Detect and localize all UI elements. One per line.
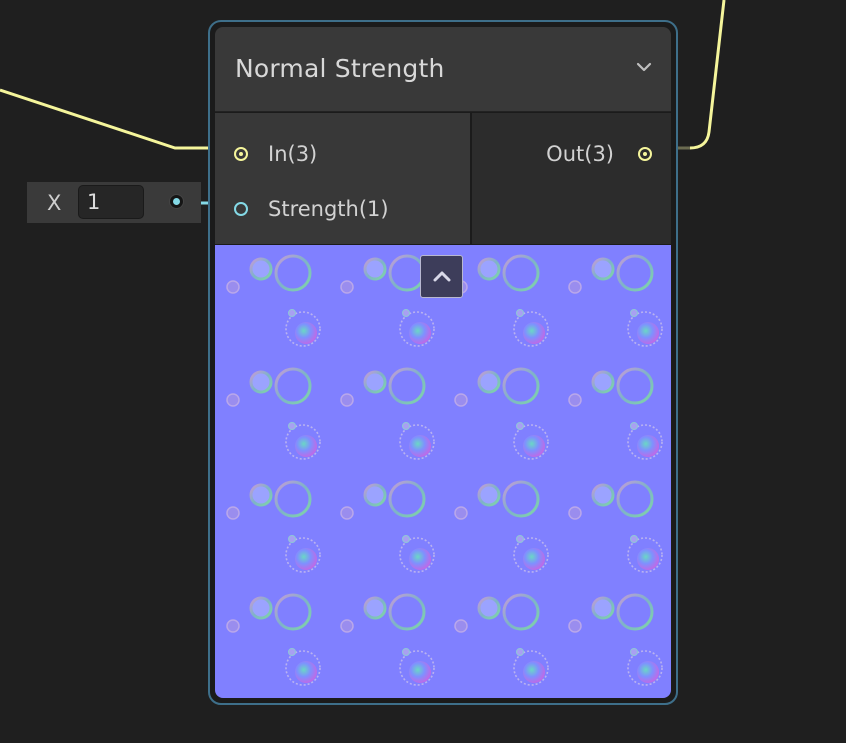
node-preview <box>215 245 671 698</box>
port-connector-icon[interactable] <box>234 202 248 216</box>
preview-tile <box>567 367 664 461</box>
port-connector-icon[interactable] <box>638 147 652 161</box>
preview-tile <box>339 480 436 574</box>
preview-tile <box>339 367 436 461</box>
inline-input-port[interactable] <box>170 195 183 208</box>
node-title: Normal Strength <box>235 54 445 83</box>
wire-in-edge[interactable] <box>0 88 212 150</box>
preview-collapse-button[interactable] <box>420 255 463 298</box>
node-header[interactable]: Normal Strength <box>215 27 671 112</box>
preview-tile <box>453 254 550 348</box>
port-connector-icon[interactable] <box>234 147 248 161</box>
strength-inline-input: X 1 <box>27 182 201 223</box>
preview-tile <box>225 254 322 348</box>
port-label-out: Out(3) <box>546 142 614 166</box>
normal-strength-node[interactable]: Normal Strength In(3) Strength(1) Out(3) <box>208 20 678 705</box>
preview-tile <box>453 593 550 687</box>
input-port-strength[interactable]: Strength(1) <box>234 197 389 221</box>
preview-tile <box>567 480 664 574</box>
port-label-in: In(3) <box>268 142 318 166</box>
chevron-up-icon <box>433 271 451 282</box>
axis-label: X <box>47 191 62 215</box>
output-ports: Out(3) <box>472 113 671 244</box>
normal-map-preview-image <box>225 254 664 687</box>
wire-out-edge[interactable] <box>689 0 726 150</box>
preview-tile <box>225 480 322 574</box>
preview-tile <box>225 593 322 687</box>
preview-tile <box>453 367 550 461</box>
chevron-down-icon[interactable] <box>635 58 653 76</box>
output-port-out[interactable]: Out(3) <box>546 142 652 166</box>
preview-tile <box>567 593 664 687</box>
input-port-in[interactable]: In(3) <box>234 142 317 166</box>
input-ports: In(3) Strength(1) <box>215 113 470 244</box>
port-label-strength: Strength(1) <box>268 197 389 221</box>
preview-tile <box>225 367 322 461</box>
preview-tile <box>453 480 550 574</box>
strength-value-field[interactable]: 1 <box>78 185 144 219</box>
preview-tile <box>567 254 664 348</box>
preview-tile <box>339 593 436 687</box>
